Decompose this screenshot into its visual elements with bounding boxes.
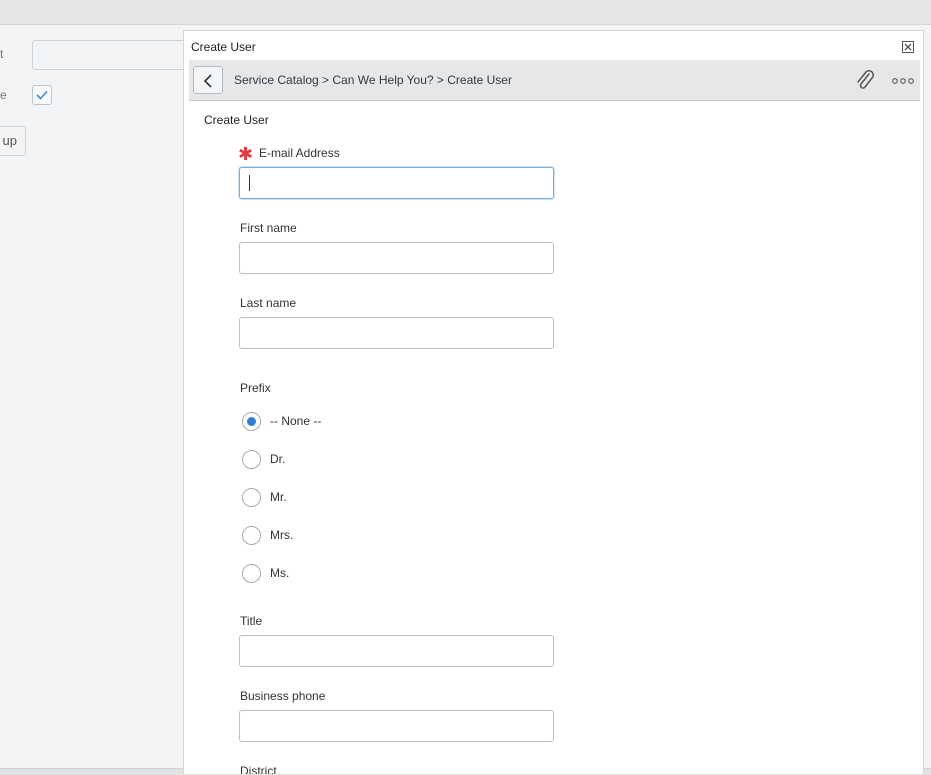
prefix-option-label: Mrs.	[270, 528, 294, 542]
prefix-option-label: Mr.	[270, 490, 287, 504]
prefix-radio-ms[interactable]	[242, 564, 261, 583]
business-phone-field[interactable]	[239, 710, 554, 742]
title-label: Title	[240, 614, 263, 628]
create-user-modal: Create User Service Catalog > Can We Hel…	[183, 30, 924, 774]
email-label: E-mail Address	[259, 146, 340, 160]
prefix-option-label: Dr.	[270, 452, 286, 466]
checkmark-icon	[36, 90, 48, 100]
chevron-left-icon	[203, 74, 212, 88]
prefix-radio-mrs[interactable]	[242, 526, 261, 545]
background-checkbox-label: e	[0, 88, 7, 102]
background-input[interactable]	[32, 40, 192, 70]
modal-title: Create User	[191, 40, 256, 54]
more-options-icon[interactable]	[892, 78, 914, 84]
prefix-radio-dr[interactable]	[242, 450, 261, 469]
text-caret	[249, 175, 250, 191]
prefix-option-label: -- None --	[270, 414, 322, 428]
prefix-option-label: Ms.	[270, 566, 290, 580]
top-bar	[0, 0, 931, 25]
background-checkbox[interactable]	[32, 85, 52, 105]
close-icon[interactable]	[902, 41, 914, 53]
prefix-label: Prefix	[240, 381, 271, 395]
email-field[interactable]	[239, 167, 554, 199]
last-name-label: Last name	[240, 296, 297, 310]
navigation-bar: Service Catalog > Can We Help You? > Cre…	[189, 60, 920, 101]
prefix-radio-mr[interactable]	[242, 488, 261, 507]
business-phone-label: Business phone	[240, 689, 326, 703]
back-button[interactable]	[193, 66, 223, 94]
prefix-radio-none[interactable]	[242, 412, 261, 431]
first-name-field[interactable]	[239, 242, 554, 274]
background-button[interactable]: up	[0, 126, 26, 156]
district-label: District	[240, 764, 277, 774]
background-field-label: t	[0, 47, 4, 61]
required-asterisk-icon: ✱	[238, 144, 254, 164]
title-field[interactable]	[239, 635, 554, 667]
first-name-label: First name	[240, 221, 297, 235]
section-title: Create User	[204, 113, 269, 127]
last-name-field[interactable]	[239, 317, 554, 349]
breadcrumb: Service Catalog > Can We Help You? > Cre…	[234, 73, 512, 87]
paperclip-icon[interactable]	[854, 69, 876, 91]
